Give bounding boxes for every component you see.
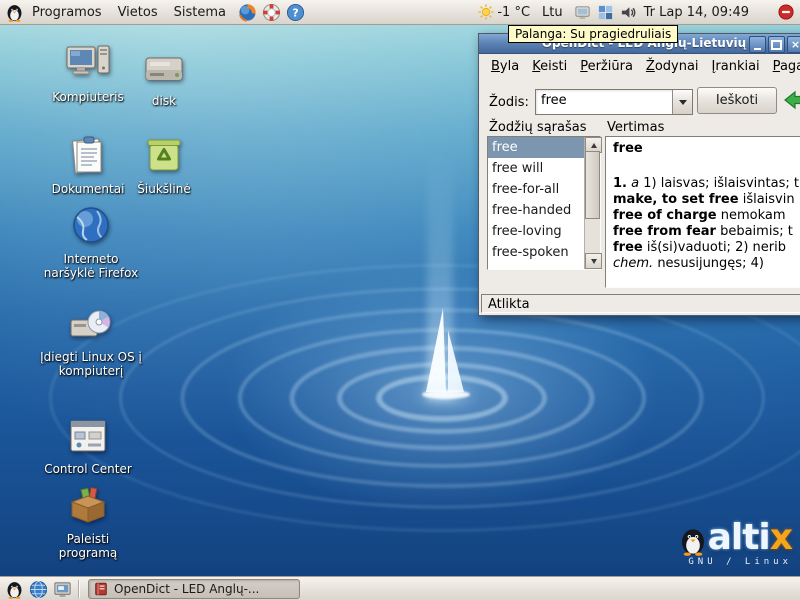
word-list-item[interactable]: free-spoken [488, 242, 585, 263]
desktop-icon-documents[interactable]: Dokumentai [46, 132, 130, 196]
translation-pane[interactable]: free 1. a 1) laisvas; išlaisvintas; tmak… [605, 136, 800, 288]
menu-item-įrankiai[interactable]: Įrankiai [707, 57, 765, 76]
firefox-icon[interactable] [238, 3, 257, 22]
desktop-icon-label: Paleisti programą [40, 532, 136, 561]
translation-line: free iš(si)vaduoti; 2) nerib [613, 240, 800, 256]
baltix-menu-icon[interactable] [5, 3, 24, 22]
word-list-item[interactable]: free-handed [488, 200, 585, 221]
desktop-icon-installer[interactable]: Įdiegti Linux OS į kompiuterį [36, 300, 146, 379]
scrollbar-thumb[interactable] [585, 151, 600, 219]
combo-dropdown-button[interactable] [672, 90, 692, 114]
panel-menu-programos[interactable]: Programos [24, 2, 110, 23]
close-button[interactable]: × [787, 36, 800, 53]
back-arrow-icon[interactable] [782, 89, 800, 111]
translation-line: free of charge nemokam [613, 208, 800, 224]
menu-item-byla[interactable]: Byla [486, 57, 524, 76]
word-list-scrollbar[interactable] [584, 137, 600, 269]
translation-line: free from fear bebaimis; t [613, 224, 800, 240]
penguin-logo-icon [678, 526, 708, 556]
desktop-icon-label: Šiukšlinė [137, 182, 190, 196]
documents-icon [64, 132, 112, 180]
disk-icon [140, 44, 188, 92]
installer-icon [67, 300, 115, 348]
firefox-icon [67, 202, 115, 250]
display-applet-icon[interactable] [574, 4, 591, 21]
baltix-icon[interactable] [5, 580, 24, 599]
desktop-icon-label: Kompiuteris [52, 90, 123, 104]
baltix-branding: altix GNU / Linux [678, 520, 792, 567]
desktop-icon-firefox[interactable]: Interneto naršyklė Firefox [40, 202, 142, 281]
run-icon [64, 482, 112, 530]
menu-item-peržiūra[interactable]: Peržiūra [575, 57, 638, 76]
screen: altix GNU / Linux Kompiuteris disk Dokumen… [0, 0, 800, 600]
brand-name: altix [708, 520, 792, 556]
notification-icon[interactable] [778, 4, 794, 20]
weather-icon[interactable] [478, 4, 494, 20]
top-panel: ProgramosVietosSistema ? -1 °C Ltu Tr La… [0, 0, 800, 25]
weather-tooltip: Palanga: Su pragiedruliais [508, 25, 678, 43]
translation-line: 1. a 1) laisvas; išlaisvintas; t [613, 176, 800, 192]
word-list-item[interactable]: free-loving [488, 221, 585, 242]
word-list[interactable]: freefree willfree-for-allfree-handedfree… [487, 136, 601, 270]
panel-menu-sistema[interactable]: Sistema [166, 2, 234, 23]
desktop-icon-label: Įdiegti Linux OS į kompiuterį [36, 350, 146, 379]
search-label: Žodis: [489, 95, 529, 110]
desktop-icon-trash[interactable]: Šiukšlinė [122, 132, 206, 196]
file-manager-icon[interactable] [53, 580, 72, 599]
chevron-down-icon [679, 100, 687, 105]
menu-item-pagalba[interactable]: Pagalba [768, 57, 800, 76]
search-value: free [541, 93, 567, 108]
translation-line: make, to set free išlaisvin [613, 192, 800, 208]
scroll-down-button[interactable] [585, 253, 602, 269]
bottom-panel: OpenDict - LED Anglų-... [0, 576, 800, 600]
maximize-button[interactable] [768, 36, 785, 53]
weather-temperature[interactable]: -1 °C [494, 5, 533, 20]
menu-item-žodynai[interactable]: Žodynai [641, 57, 704, 76]
desktop-icon-control-center[interactable]: Control Center [40, 412, 136, 476]
volume-icon[interactable] [620, 4, 637, 21]
computer-icon [64, 40, 112, 88]
svg-text:?: ? [292, 6, 298, 19]
word-list-header: Žodžių sąrašas [489, 120, 586, 135]
control-center-icon [64, 412, 112, 460]
window-selector-icon[interactable] [597, 4, 614, 21]
menu-item-keisti[interactable]: Keisti [527, 57, 572, 76]
translation-line: chem. nesusijungęs; 4) [613, 256, 800, 272]
opendict-task-icon [93, 581, 109, 597]
desktop-icon-label: Control Center [44, 462, 132, 476]
brand-tagline: GNU / Linux [678, 558, 792, 567]
help-icon[interactable]: ? [286, 3, 305, 22]
desktop-icon-label: Dokumentai [52, 182, 125, 196]
minimize-button[interactable] [749, 36, 766, 53]
panel-separator [78, 580, 80, 598]
panel-menu-vietos[interactable]: Vietos [110, 2, 166, 23]
package-icon[interactable] [262, 3, 281, 22]
opendict-window: OpenDict - LED Anglų-Lietuvių × BylaKeis… [478, 33, 800, 316]
trash-icon [140, 132, 188, 180]
word-list-item[interactable]: free [488, 137, 585, 158]
search-button[interactable]: Ieškoti [697, 87, 777, 114]
taskbar-opendict-button[interactable]: OpenDict - LED Anglų-... [88, 579, 300, 599]
desktop-icon-run[interactable]: Paleisti programą [40, 482, 136, 561]
browser-icon[interactable] [29, 580, 48, 599]
desktop-icon-computer[interactable]: Kompiuteris [46, 40, 130, 104]
status-bar: Atlikta [481, 294, 800, 313]
keyboard-layout-indicator[interactable]: Ltu [539, 5, 566, 20]
search-combobox[interactable]: free [535, 89, 693, 115]
status-text: Atlikta [488, 297, 530, 312]
clock[interactable]: Tr Lap 14, 09:49 [641, 5, 752, 20]
task-button-label: OpenDict - LED Anglų-... [114, 582, 259, 596]
menu-bar: BylaKeistiPeržiūraŽodynaiĮrankiaiPagalba [479, 53, 800, 79]
translation-header: Vertimas [607, 120, 664, 135]
desktop-icon-label: Interneto naršyklė Firefox [40, 252, 142, 281]
word-list-item[interactable]: free will [488, 158, 585, 179]
desktop-icon-label: disk [152, 94, 176, 108]
word-list-item[interactable]: free-for-all [488, 179, 585, 200]
desktop-icon-disk[interactable]: disk [124, 44, 204, 108]
headword: free [613, 141, 800, 156]
